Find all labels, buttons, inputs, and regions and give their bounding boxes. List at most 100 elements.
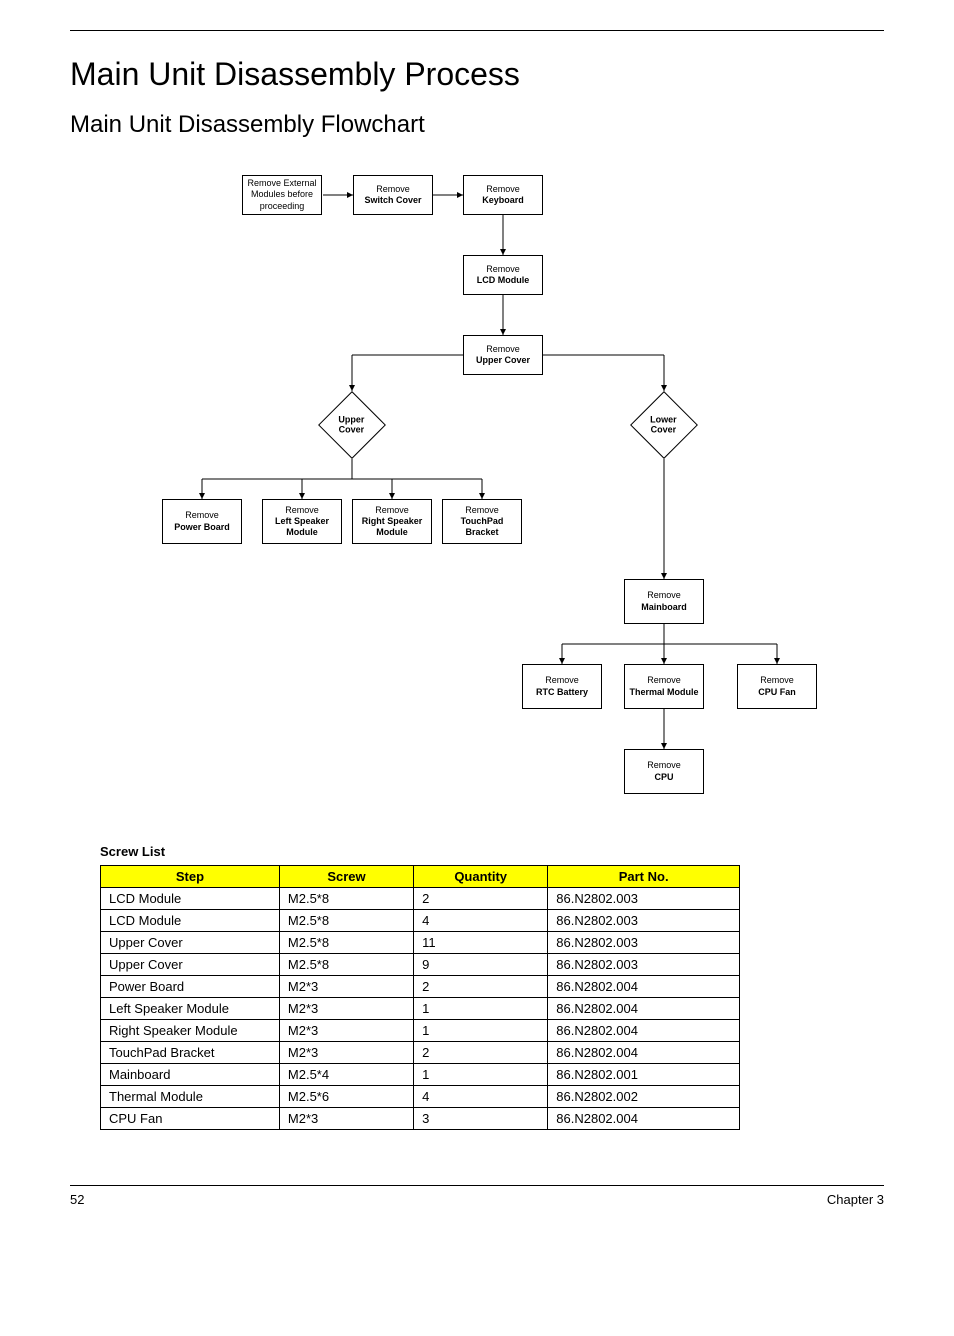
rs-l3: Module bbox=[376, 527, 408, 538]
start-l1: Remove External bbox=[247, 178, 316, 189]
uc-l2: Upper Cover bbox=[476, 355, 530, 366]
cell-screw: M2.5*8 bbox=[279, 910, 413, 932]
cell-part: 86.N2802.003 bbox=[548, 910, 740, 932]
ud-l1: Upper bbox=[338, 415, 364, 425]
screw-table: Step Screw Quantity Part No. LCD ModuleM… bbox=[100, 865, 740, 1130]
pb-l2: Power Board bbox=[174, 522, 230, 533]
uc-l1: Remove bbox=[486, 344, 520, 355]
cell-part: 86.N2802.003 bbox=[548, 954, 740, 976]
kb-l2: Keyboard bbox=[482, 195, 524, 206]
cell-step: Power Board bbox=[101, 976, 280, 998]
ld-l2: Cover bbox=[651, 425, 677, 435]
cell-qty: 2 bbox=[414, 888, 548, 910]
cell-part: 86.N2802.004 bbox=[548, 1108, 740, 1130]
cell-step: Thermal Module bbox=[101, 1086, 280, 1108]
table-row: Left Speaker ModuleM2*3186.N2802.004 bbox=[101, 998, 740, 1020]
th-part: Part No. bbox=[548, 866, 740, 888]
cell-qty: 3 bbox=[414, 1108, 548, 1130]
cell-step: LCD Module bbox=[101, 910, 280, 932]
cell-part: 86.N2802.004 bbox=[548, 998, 740, 1020]
cpu-l1: Remove bbox=[647, 760, 681, 771]
cell-qty: 9 bbox=[414, 954, 548, 976]
th-screw: Screw bbox=[279, 866, 413, 888]
table-row: CPU FanM2*3386.N2802.004 bbox=[101, 1108, 740, 1130]
table-row: TouchPad BracketM2*3286.N2802.004 bbox=[101, 1042, 740, 1064]
cell-qty: 1 bbox=[414, 1020, 548, 1042]
cell-part: 86.N2802.004 bbox=[548, 1020, 740, 1042]
fan-l1: Remove bbox=[760, 675, 794, 686]
cpu-l2: CPU bbox=[654, 772, 673, 783]
table-row: Power BoardM2*3286.N2802.004 bbox=[101, 976, 740, 998]
start-l2: Modules before bbox=[251, 189, 313, 200]
page-title: Main Unit Disassembly Process bbox=[70, 56, 884, 93]
page-subtitle: Main Unit Disassembly Flowchart bbox=[70, 111, 884, 139]
cell-part: 86.N2802.004 bbox=[548, 1042, 740, 1064]
cell-qty: 2 bbox=[414, 1042, 548, 1064]
tp-l1: Remove bbox=[465, 505, 499, 516]
cell-part: 86.N2802.003 bbox=[548, 888, 740, 910]
table-row: MainboardM2.5*4186.N2802.001 bbox=[101, 1064, 740, 1086]
tm-l1: Remove bbox=[647, 675, 681, 686]
lcd-l1: Remove bbox=[486, 264, 520, 275]
ud-l2: Cover bbox=[339, 425, 365, 435]
cell-qty: 4 bbox=[414, 910, 548, 932]
cell-screw: M2.5*8 bbox=[279, 888, 413, 910]
pb-l1: Remove bbox=[185, 510, 219, 521]
screw-list-title: Screw List bbox=[100, 844, 884, 859]
table-row: LCD ModuleM2.5*8286.N2802.003 bbox=[101, 888, 740, 910]
table-row: Upper CoverM2.5*81186.N2802.003 bbox=[101, 932, 740, 954]
cell-step: Mainboard bbox=[101, 1064, 280, 1086]
cell-part: 86.N2802.001 bbox=[548, 1064, 740, 1086]
cell-screw: M2*3 bbox=[279, 1042, 413, 1064]
cell-screw: M2*3 bbox=[279, 1108, 413, 1130]
cell-part: 86.N2802.003 bbox=[548, 932, 740, 954]
cell-step: CPU Fan bbox=[101, 1108, 280, 1130]
cell-step: TouchPad Bracket bbox=[101, 1042, 280, 1064]
table-row: Upper CoverM2.5*8986.N2802.003 bbox=[101, 954, 740, 976]
mb-l2: Mainboard bbox=[641, 602, 687, 613]
cell-qty: 1 bbox=[414, 1064, 548, 1086]
start-l3: proceeding bbox=[260, 201, 305, 212]
cell-qty: 2 bbox=[414, 976, 548, 998]
cell-qty: 1 bbox=[414, 998, 548, 1020]
cell-qty: 4 bbox=[414, 1086, 548, 1108]
cell-step: Upper Cover bbox=[101, 932, 280, 954]
cell-screw: M2*3 bbox=[279, 976, 413, 998]
fan-l2: CPU Fan bbox=[758, 687, 796, 698]
chapter-label: Chapter 3 bbox=[827, 1192, 884, 1207]
cell-step: LCD Module bbox=[101, 888, 280, 910]
tp-l2: TouchPad bbox=[461, 516, 504, 527]
ls-l3: Module bbox=[286, 527, 318, 538]
th-qty: Quantity bbox=[414, 866, 548, 888]
cell-screw: M2.5*4 bbox=[279, 1064, 413, 1086]
cell-screw: M2.5*8 bbox=[279, 954, 413, 976]
kb-l1: Remove bbox=[486, 184, 520, 195]
page-number: 52 bbox=[70, 1192, 84, 1207]
ls-l1: Remove bbox=[285, 505, 319, 516]
rtc-l2: RTC Battery bbox=[536, 687, 588, 698]
rtc-l1: Remove bbox=[545, 675, 579, 686]
rs-l2: Right Speaker bbox=[362, 516, 423, 527]
cell-screw: M2*3 bbox=[279, 1020, 413, 1042]
rs-l1: Remove bbox=[375, 505, 409, 516]
cell-step: Left Speaker Module bbox=[101, 998, 280, 1020]
cell-screw: M2.5*6 bbox=[279, 1086, 413, 1108]
cell-step: Upper Cover bbox=[101, 954, 280, 976]
cell-screw: M2*3 bbox=[279, 998, 413, 1020]
switch-l1: Remove bbox=[376, 184, 410, 195]
ls-l2: Left Speaker bbox=[275, 516, 329, 527]
tm-l2: Thermal Module bbox=[629, 687, 698, 698]
table-row: Thermal ModuleM2.5*6486.N2802.002 bbox=[101, 1086, 740, 1108]
cell-qty: 11 bbox=[414, 932, 548, 954]
flowchart: Remove External Modules before proceedin… bbox=[87, 159, 867, 824]
lcd-l2: LCD Module bbox=[477, 275, 530, 286]
cell-part: 86.N2802.002 bbox=[548, 1086, 740, 1108]
table-row: LCD ModuleM2.5*8486.N2802.003 bbox=[101, 910, 740, 932]
switch-l2: Switch Cover bbox=[364, 195, 421, 206]
th-step: Step bbox=[101, 866, 280, 888]
cell-step: Right Speaker Module bbox=[101, 1020, 280, 1042]
mb-l1: Remove bbox=[647, 590, 681, 601]
cell-part: 86.N2802.004 bbox=[548, 976, 740, 998]
cell-screw: M2.5*8 bbox=[279, 932, 413, 954]
tp-l3: Bracket bbox=[465, 527, 498, 538]
